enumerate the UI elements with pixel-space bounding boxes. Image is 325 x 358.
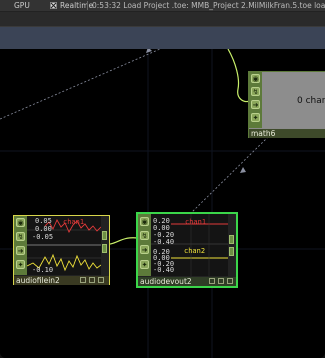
- status-bar: GPU Realtime 0:53:32 Load Project .toe: …: [0, 0, 325, 12]
- realtime-checkbox[interactable]: [50, 2, 57, 9]
- tick-label: -0.05: [32, 233, 54, 241]
- node-footer-icon[interactable]: [227, 278, 233, 284]
- flag-icon[interactable]: ➜: [16, 246, 25, 255]
- node-name-label[interactable]: math6: [249, 129, 325, 138]
- chan1-label: chan1: [63, 218, 85, 226]
- output-connector[interactable]: [229, 247, 234, 256]
- divider: [87, 1, 88, 10]
- chan1-label: chan1: [185, 218, 207, 226]
- clone-icon[interactable]: ✦: [251, 113, 260, 122]
- realtime-label[interactable]: Realtime: [60, 0, 93, 11]
- tick-label: 0.05: [35, 217, 52, 225]
- node-footer-icon[interactable]: [89, 277, 95, 283]
- output-connector[interactable]: [102, 244, 107, 253]
- node-footer-icon[interactable]: [80, 277, 86, 283]
- node-audiofilein2[interactable]: ◉ ↯ ➜ ✦ 0.05 0.00 -0.05 chan1 -0.10 audi…: [13, 215, 110, 285]
- pane-header: [0, 27, 325, 49]
- tick-label: -0.40: [153, 266, 175, 274]
- dashed-link-arrow: [240, 167, 246, 173]
- path-bar: [0, 12, 325, 27]
- audiodevout2-name: audiodevout2: [140, 277, 192, 286]
- dashed-link-arrow-top: [146, 49, 152, 53]
- audio-wire-to-math: [227, 49, 251, 103]
- audiofilein2-name: audiofilein2: [16, 276, 60, 285]
- status-log-text: 0:53:32 Load Project .toe: MMB_Project 2…: [92, 1, 325, 10]
- node-footer-icon[interactable]: [218, 278, 224, 284]
- bypass-icon[interactable]: ↯: [16, 232, 25, 241]
- viewer-toggle-icon[interactable]: ◉: [251, 74, 260, 83]
- bypass-icon[interactable]: ↯: [140, 231, 149, 240]
- node-footer-icon[interactable]: [98, 277, 104, 283]
- tick-label: -0.40: [153, 238, 175, 246]
- flag-icon[interactable]: ➜: [251, 100, 260, 109]
- touchdesigner-window: GPU Realtime 0:53:32 Load Project .toe: …: [0, 0, 325, 358]
- dashed-link-bottom: [189, 136, 269, 215]
- network-editor[interactable]: ◉ ↯ ➜ ✦ 0 char math6 ◉ ↯ ➜ ✦ 0.05 0.00 -…: [0, 49, 325, 358]
- flag-icon[interactable]: ➜: [140, 245, 149, 254]
- node-footer-icon[interactable]: [209, 278, 215, 284]
- math6-display: 0 char: [297, 96, 325, 106]
- node-audiodevout2[interactable]: ◉ ↯ ➜ ✦ 0.20 0.00 -0.20 -0.40 chan1 0.20: [136, 212, 238, 288]
- node-sidebar: ◉ ↯ ➜ ✦: [138, 214, 151, 276]
- node-math6[interactable]: ◉ ↯ ➜ ✦ 0 char math6: [248, 71, 325, 138]
- clone-icon[interactable]: ✦: [140, 260, 149, 269]
- output-connector[interactable]: [102, 231, 107, 240]
- viewer-toggle-icon[interactable]: ◉: [16, 218, 25, 227]
- node-sidebar: ◉ ↯ ➜ ✦: [14, 216, 27, 275]
- tick-label: -0.10: [32, 266, 54, 274]
- gpu-label[interactable]: GPU: [14, 0, 30, 11]
- waveform-viewer: 0.05 0.00 -0.05 chan1 -0.10: [27, 216, 101, 275]
- node-viewer: 0 char: [262, 72, 325, 128]
- channel-viewer: 0.20 0.00 -0.20 -0.40 chan1 0.20 0.00 -0…: [151, 214, 228, 276]
- tick-label: 0.00: [35, 225, 52, 233]
- clone-icon[interactable]: ✦: [16, 260, 25, 269]
- bypass-icon[interactable]: ↯: [251, 87, 260, 96]
- node-sidebar: ◉ ↯ ➜ ✦: [249, 72, 262, 128]
- chan2-label: chan2: [184, 247, 206, 255]
- dashed-link-top: [0, 49, 161, 120]
- viewer-toggle-icon[interactable]: ◉: [140, 217, 149, 226]
- output-connector[interactable]: [229, 235, 234, 244]
